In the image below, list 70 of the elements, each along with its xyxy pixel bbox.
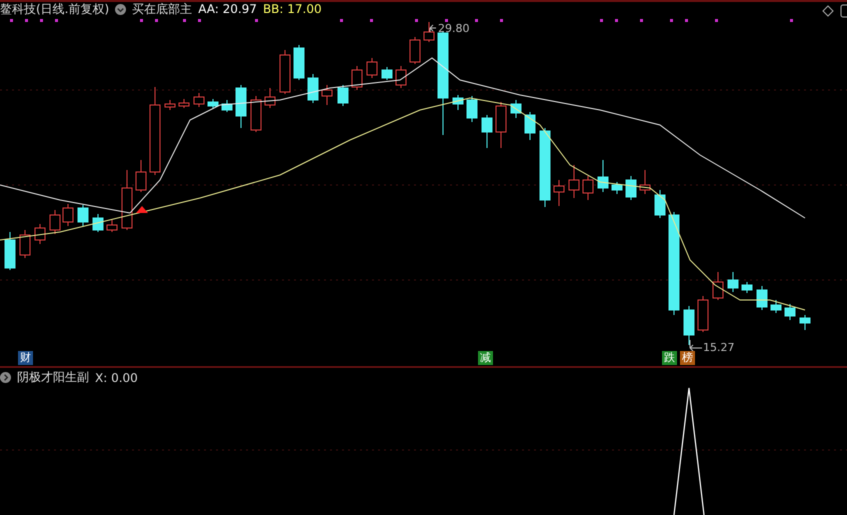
chevron-circle-icon[interactable] (115, 4, 126, 14)
candlestick (4, 232, 16, 270)
candlestick (728, 272, 738, 292)
candlestick (78, 204, 88, 226)
candlestick (208, 98, 218, 108)
event-tag: 减 (478, 351, 493, 365)
candlestick (742, 282, 752, 294)
candlestick (50, 210, 60, 234)
candlestick (582, 176, 594, 200)
candlestick (122, 170, 132, 230)
candlestick (264, 88, 276, 108)
candlestick (308, 74, 318, 104)
candlestick (684, 306, 694, 346)
play-circle-icon[interactable] (0, 372, 11, 383)
candlestick (62, 204, 74, 226)
candlestick (178, 98, 190, 108)
candlestick (106, 220, 118, 232)
candlestick (382, 66, 392, 80)
leader-line (690, 340, 702, 352)
candlestick (366, 58, 378, 78)
candlestick (164, 100, 176, 110)
candlestick (800, 314, 810, 330)
candlestick (554, 180, 564, 206)
event-tag: 榜 (680, 351, 695, 365)
candlestick (496, 102, 506, 148)
candlestick (294, 44, 304, 80)
candlestick (222, 100, 232, 112)
candlestick (784, 304, 796, 320)
candlestick (654, 190, 666, 218)
candlestick (236, 84, 246, 128)
candlestick (756, 286, 768, 310)
candlestick (322, 84, 332, 106)
candlestick (640, 170, 650, 194)
leader-line (430, 24, 436, 32)
candlestick (338, 84, 348, 106)
candlestick (612, 182, 622, 194)
candlestick (250, 96, 262, 132)
candlestick (452, 94, 464, 110)
event-tag: 跌 (662, 351, 677, 365)
indicator-reading: X: 0.00 (95, 370, 138, 384)
candlestick (20, 230, 30, 258)
candlestick (194, 92, 204, 108)
indicator-name: 买在底部主 (132, 0, 192, 18)
event-tag: 财 (18, 351, 33, 365)
candlestick (482, 114, 492, 148)
diamond-icon[interactable] (822, 5, 834, 17)
price-label: 29.80 (438, 22, 470, 35)
candlestick (34, 224, 46, 244)
candlestick (698, 296, 708, 332)
indicator-name: 阴极才阳生副 (17, 369, 89, 386)
candlestick (626, 176, 636, 200)
candlestick (136, 160, 146, 192)
candlestick (280, 50, 290, 94)
candlestick (598, 160, 608, 192)
stock-title: 鳌科技(日线.前复权) (0, 0, 110, 18)
candlestick (92, 214, 104, 232)
candlestick (424, 22, 434, 42)
candlestick (712, 272, 724, 300)
candlestick (466, 96, 478, 122)
candlestick (352, 66, 362, 90)
candlestick (568, 164, 580, 198)
candlestick (524, 112, 536, 140)
indicator-reading: AA: 20.97 (198, 2, 257, 16)
candlestick (510, 100, 522, 118)
indicator-reading: BB: 17.00 (262, 2, 322, 16)
buy-signal-marker (136, 206, 148, 213)
price-label: 15.27 (703, 341, 734, 354)
candlestick (770, 300, 782, 314)
candlestick (396, 66, 406, 88)
candlestick (410, 36, 420, 64)
